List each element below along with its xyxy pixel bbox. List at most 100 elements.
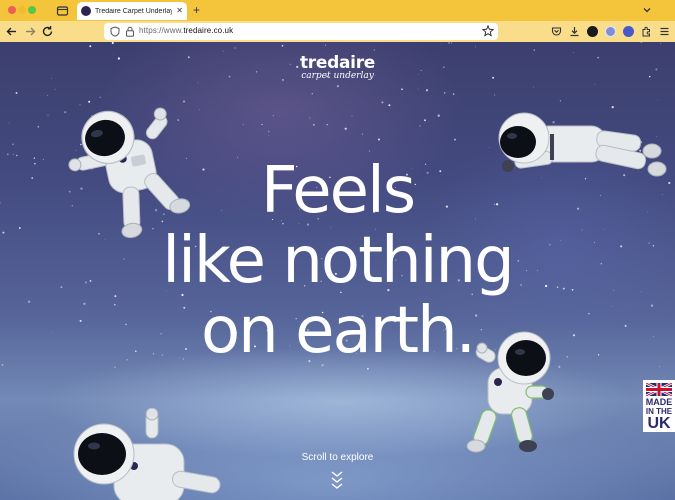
star bbox=[368, 150, 370, 152]
astronaut-thumbs-up-image bbox=[466, 331, 554, 453]
navigation-bar: https://www.tredaire.co.uk bbox=[0, 21, 675, 42]
active-tab[interactable]: Tredaire Carpet Underlay | Mak ✕ bbox=[77, 2, 187, 20]
star bbox=[417, 88, 419, 90]
star bbox=[453, 138, 457, 141]
scroll-to-explore-label[interactable]: Scroll to explore bbox=[0, 452, 675, 463]
headline-line-2: like nothing bbox=[162, 224, 514, 298]
star bbox=[559, 100, 562, 102]
star bbox=[272, 115, 274, 117]
star bbox=[533, 49, 536, 51]
tredaire-logo[interactable]: tredaire carpet underlay bbox=[0, 54, 675, 81]
star bbox=[89, 45, 92, 48]
star bbox=[367, 367, 369, 370]
brand-name: tredaire bbox=[299, 53, 376, 73]
shield-icon[interactable] bbox=[110, 26, 120, 37]
star bbox=[425, 89, 429, 92]
star bbox=[281, 44, 284, 47]
star bbox=[325, 44, 326, 46]
star bbox=[351, 115, 353, 117]
headline-line-1: Feels bbox=[260, 154, 416, 228]
star bbox=[234, 47, 236, 49]
star bbox=[182, 100, 186, 103]
maximize-window-button[interactable] bbox=[28, 6, 36, 14]
minimize-window-button[interactable] bbox=[18, 6, 26, 14]
downloads-icon[interactable] bbox=[569, 26, 580, 37]
forward-icon[interactable] bbox=[24, 25, 37, 38]
badge-line-uk: UK bbox=[647, 415, 671, 432]
new-tab-icon[interactable]: + bbox=[193, 3, 200, 17]
tab-title: Tredaire Carpet Underlay | Mak bbox=[95, 7, 173, 15]
star bbox=[312, 123, 315, 126]
star bbox=[381, 101, 384, 104]
made-in-uk-badge: MADE IN THE UK bbox=[643, 380, 675, 432]
star bbox=[198, 371, 200, 372]
star bbox=[111, 42, 114, 45]
star bbox=[424, 119, 426, 122]
union-flag-icon bbox=[646, 383, 672, 396]
star bbox=[12, 153, 14, 155]
star bbox=[261, 123, 263, 125]
lock-icon[interactable] bbox=[125, 26, 135, 37]
star bbox=[12, 143, 14, 146]
star bbox=[443, 91, 446, 94]
star bbox=[222, 50, 224, 52]
star bbox=[242, 124, 244, 126]
star bbox=[388, 104, 391, 107]
star bbox=[475, 46, 477, 48]
star bbox=[488, 147, 490, 148]
star bbox=[64, 111, 67, 114]
star bbox=[47, 114, 49, 116]
back-icon[interactable] bbox=[5, 25, 18, 38]
puzzle-icon[interactable] bbox=[641, 26, 652, 37]
star bbox=[99, 96, 101, 98]
star bbox=[448, 42, 450, 44]
hero-headline: Feels like nothing on earth. bbox=[0, 156, 675, 366]
star bbox=[494, 94, 496, 96]
brand-tagline: carpet underlay bbox=[301, 71, 374, 81]
hero-section: tredaire carpet underlay Feels like noth… bbox=[0, 42, 675, 500]
star bbox=[267, 130, 270, 133]
star bbox=[441, 44, 443, 45]
star bbox=[377, 138, 381, 141]
star bbox=[6, 153, 9, 156]
tredaire-favicon-icon bbox=[81, 6, 91, 16]
address-bar[interactable]: https://www.tredaire.co.uk bbox=[104, 23, 498, 40]
star bbox=[37, 125, 40, 128]
star bbox=[15, 92, 18, 94]
star bbox=[660, 43, 662, 45]
extension-info-icon[interactable] bbox=[605, 26, 616, 37]
star bbox=[309, 117, 311, 119]
badge-line-made: MADE bbox=[645, 397, 673, 407]
star bbox=[268, 135, 269, 136]
extension-dark-icon[interactable] bbox=[587, 26, 598, 37]
star bbox=[657, 100, 659, 102]
extension-blue-icon[interactable] bbox=[623, 26, 634, 37]
star bbox=[47, 94, 48, 96]
star bbox=[344, 127, 347, 130]
star bbox=[451, 42, 453, 44]
star bbox=[658, 366, 661, 368]
star bbox=[336, 85, 339, 88]
star bbox=[197, 82, 199, 84]
close-window-button[interactable] bbox=[8, 6, 16, 14]
star bbox=[452, 93, 455, 95]
star bbox=[114, 366, 116, 368]
star bbox=[311, 92, 314, 95]
tab-close-icon[interactable]: ✕ bbox=[176, 7, 183, 15]
bookmark-star-icon[interactable] bbox=[482, 25, 494, 37]
scroll-down-icon[interactable] bbox=[330, 470, 344, 490]
star bbox=[401, 88, 403, 91]
tab-menu-icon[interactable] bbox=[641, 4, 653, 16]
tab-list-icon[interactable] bbox=[56, 4, 69, 17]
star bbox=[326, 124, 328, 126]
pocket-icon[interactable] bbox=[551, 26, 562, 37]
url-text[interactable]: https://www.tredaire.co.uk bbox=[139, 26, 233, 35]
star bbox=[373, 49, 375, 51]
star bbox=[54, 89, 56, 90]
reload-icon[interactable] bbox=[41, 25, 54, 38]
star bbox=[640, 42, 642, 44]
tab-bar: Tredaire Carpet Underlay | Mak ✕ + bbox=[0, 0, 675, 21]
star bbox=[533, 86, 535, 88]
star bbox=[419, 125, 421, 127]
menu-icon[interactable] bbox=[659, 26, 670, 37]
